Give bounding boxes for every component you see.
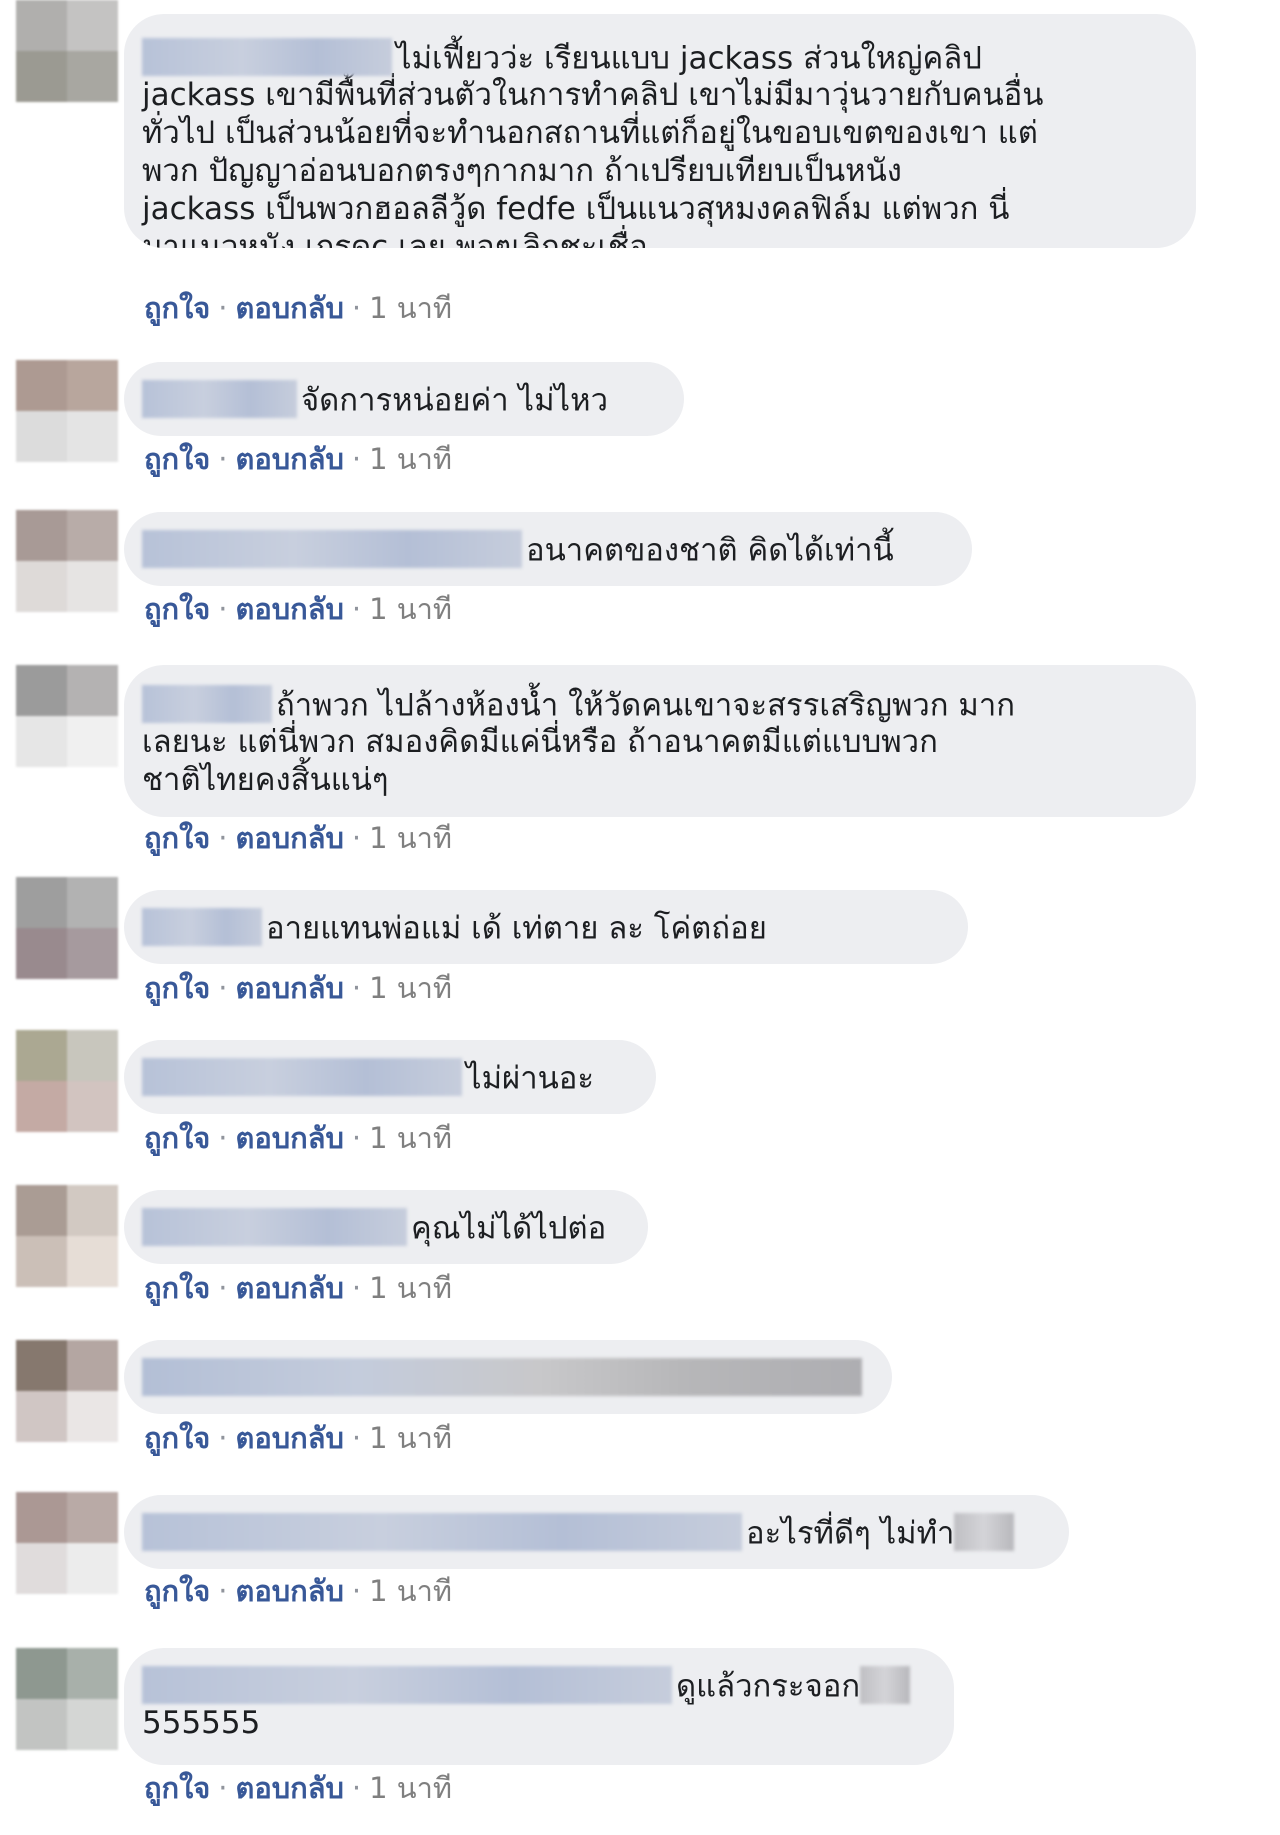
comment-bubble: คุณไม่ได้ไปต่อ (124, 1190, 648, 1264)
redacted-name[interactable] (142, 380, 297, 418)
comment-text-line: ทั่วไป เป็นส่วนน้อยที่จะทำนอกสถานที่แต่ก… (142, 115, 1038, 151)
comment-text-line: jackass เขามีพื้นที่ส่วนตัวในการทำคลิป เ… (142, 77, 1044, 113)
reply-link[interactable]: ตอบกลับ (236, 1574, 344, 1608)
like-link[interactable]: ถูกใจ (144, 1271, 210, 1305)
comment-time[interactable]: 1 นาที (369, 971, 452, 1005)
redacted-name[interactable] (142, 1208, 407, 1246)
comment-text-line: อนาคตของชาติ คิดได้เท่านี้ (526, 532, 894, 569)
comment-bubble: อายแทนพ่อแม่ เด้ เท่ตาย ละ โค่ตถ่อย (124, 890, 968, 964)
comment-time[interactable]: 1 นาที (369, 821, 452, 855)
comment-time[interactable]: 1 นาที (369, 291, 452, 325)
reply-link[interactable]: ตอบกลับ (236, 592, 344, 626)
comment-text-line: คุณไม่ได้ไปต่อ (411, 1210, 607, 1247)
reply-link[interactable]: ตอบกลับ (236, 442, 344, 476)
comment-time[interactable]: 1 นาที (369, 1574, 452, 1608)
redacted-name[interactable] (142, 1666, 672, 1704)
redacted-name[interactable] (142, 38, 392, 76)
comment-bubble: อนาคตของชาติ คิดได้เท่านี้ (124, 512, 972, 586)
comment-actions: ถูกใจ · ตอบกลับ · 1 นาที (144, 1121, 453, 1155)
comment-actions: ถูกใจ · ตอบกลับ · 1 นาที (144, 1771, 453, 1805)
comment-actions: ถูกใจ · ตอบกลับ · 1 นาที (144, 442, 453, 476)
comment-time[interactable]: 1 นาที (369, 1771, 452, 1805)
comment-text-line: ถ้าพวก ไปล้างห้องน้ำ ให้วัดคนเขาจะสรรเสร… (276, 687, 1016, 724)
redacted-name[interactable] (142, 530, 522, 568)
comment-text-line: 555555 (142, 1705, 261, 1741)
avatar[interactable] (16, 360, 118, 462)
avatar[interactable] (16, 1185, 118, 1287)
comment-bubble: ดูแล้วกระจอก 555555 (124, 1648, 954, 1765)
avatar[interactable] (16, 510, 118, 612)
comment-time[interactable]: 1 นาที (369, 1121, 452, 1155)
reply-link[interactable]: ตอบกลับ (236, 1771, 344, 1805)
like-link[interactable]: ถูกใจ (144, 1574, 210, 1608)
comment-actions: ถูกใจ · ตอบกลับ · 1 นาที (144, 592, 453, 626)
redacted-name[interactable] (142, 685, 272, 723)
redacted-name[interactable] (142, 1513, 742, 1551)
like-link[interactable]: ถูกใจ (144, 971, 210, 1005)
redacted-word (954, 1513, 1015, 1551)
comment-actions: ถูกใจ · ตอบกลับ · 1 นาที (144, 1421, 453, 1455)
comment-text-line: ชาติไทยคงสิ้นแน่ๆ (142, 762, 389, 798)
comment-text-line: ไม่ผ่านอะ (466, 1060, 595, 1097)
comment-actions: ถูกใจ · ตอบกลับ · 1 นาที (144, 1574, 453, 1608)
like-link[interactable]: ถูกใจ (144, 821, 210, 855)
comment-text-line: ไม่เฟี้ยวว่ะ เรียนแบบ jackass ส่วนใหญ่คล… (396, 40, 982, 77)
like-link[interactable]: ถูกใจ (144, 1771, 210, 1805)
like-link[interactable]: ถูกใจ (144, 442, 210, 476)
avatar[interactable] (16, 1648, 118, 1750)
comment-text-line: ดูแล้วกระจอก (676, 1668, 861, 1705)
comment-text-line: เลยนะ แต่นี่พวก สมองคิดมีแค่นี่หรือ ถ้าอ… (142, 724, 938, 760)
avatar[interactable] (16, 877, 118, 979)
comment-text-line: อายแทนพ่อแม่ เด้ เท่ตาย ละ โค่ตถ่อย (266, 910, 767, 947)
like-link[interactable]: ถูกใจ (144, 291, 210, 325)
comment-bubble: จัดการหน่อยค่า ไม่ไหว (124, 362, 684, 436)
avatar[interactable] (16, 1030, 118, 1132)
comment-text-line: จัดการหน่อยค่า ไม่ไหว (301, 382, 608, 419)
comment-bubble (124, 1340, 892, 1414)
reply-link[interactable]: ตอบกลับ (236, 1271, 344, 1305)
like-link[interactable]: ถูกใจ (144, 1421, 210, 1455)
avatar[interactable] (16, 1492, 118, 1594)
redacted-name[interactable] (142, 1058, 462, 1096)
comment-time[interactable]: 1 นาที (369, 592, 452, 626)
redacted-name[interactable] (142, 908, 262, 946)
comment-actions: ถูกใจ · ตอบกลับ · 1 นาที (144, 821, 453, 855)
comment-bubble: ไม่ผ่านอะ (124, 1040, 656, 1114)
like-link[interactable]: ถูกใจ (144, 1121, 210, 1155)
comment-text-line: อะไรที่ดีๆ ไม่ทำ (746, 1515, 955, 1552)
reply-link[interactable]: ตอบกลับ (236, 821, 344, 855)
comment-actions: ถูกใจ · ตอบกลับ · 1 นาที (144, 291, 453, 325)
reply-link[interactable]: ตอบกลับ (236, 291, 344, 325)
reply-link[interactable]: ตอบกลับ (236, 1421, 344, 1455)
avatar[interactable] (16, 1340, 118, 1442)
comment-time[interactable]: 1 นาที (369, 1271, 452, 1305)
avatar[interactable] (16, 665, 118, 767)
comment-text-line: พวก ปัญญาอ่อนบอกตรงๆกากมาก ถ้าเปรียบเทีย… (142, 153, 902, 189)
comment-time[interactable]: 1 นาที (369, 1421, 452, 1455)
comment-bubble: ไม่เฟี้ยวว่ะ เรียนแบบ jackass ส่วนใหญ่คล… (124, 14, 1196, 248)
comment-text-line: มาแนวหนัง เกรดc เลย พอๆเลิกชะเชื่อ (142, 229, 648, 248)
redacted-word (860, 1666, 911, 1704)
redacted-name[interactable] (142, 1358, 862, 1396)
avatar[interactable] (16, 0, 118, 102)
comment-actions: ถูกใจ · ตอบกลับ · 1 นาที (144, 971, 453, 1005)
comment-bubble: อะไรที่ดีๆ ไม่ทำ (124, 1495, 1069, 1569)
comment-actions: ถูกใจ · ตอบกลับ · 1 นาที (144, 1271, 453, 1305)
like-link[interactable]: ถูกใจ (144, 592, 210, 626)
comment-bubble: ถ้าพวก ไปล้างห้องน้ำ ให้วัดคนเขาจะสรรเสร… (124, 665, 1196, 817)
comment-time[interactable]: 1 นาที (369, 442, 452, 476)
reply-link[interactable]: ตอบกลับ (236, 971, 344, 1005)
comment-text-line: jackass เป็นพวกฮอลลีวู้ด fedfe เป็นแนวสุ… (142, 191, 1010, 227)
reply-link[interactable]: ตอบกลับ (236, 1121, 344, 1155)
